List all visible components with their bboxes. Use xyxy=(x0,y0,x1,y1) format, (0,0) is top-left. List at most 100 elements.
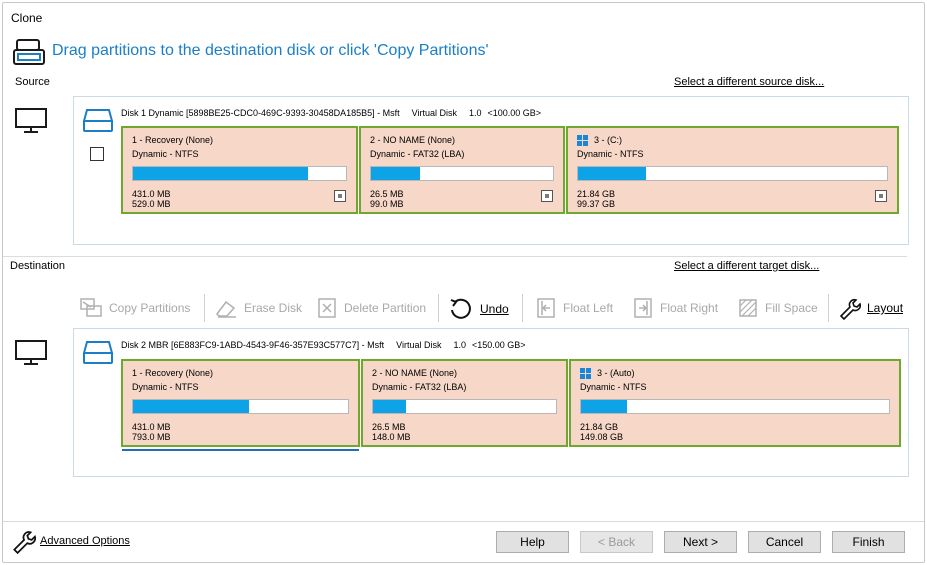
partition-tile[interactable]: 1 - Recovery (None) Dynamic - NTFS 431.0 M… xyxy=(121,126,358,214)
partition-title: 1 - Recovery (None) xyxy=(132,366,349,380)
partition-checkbox[interactable] xyxy=(334,190,346,202)
usage-bar-fill xyxy=(373,400,406,413)
fill-space-icon xyxy=(739,299,757,317)
partition-total-size: 149.08 GB xyxy=(580,432,624,442)
fill-space-label: Fill Space xyxy=(765,301,818,315)
windows-logo-icon xyxy=(577,134,588,146)
delete-partition-label: Delete Partition xyxy=(344,301,427,315)
source-disk-checkbox[interactable] xyxy=(90,147,104,161)
destination-disk-info: Disk 2 MBR [6E883FC9-1ABD-4543-9F46-357E… xyxy=(121,340,538,350)
delete-partition-icon xyxy=(318,298,336,318)
monitor-icon xyxy=(15,108,47,133)
destination-label: Destination xyxy=(10,260,66,272)
partition-filesystem: Dynamic - FAT32 (LBA) xyxy=(370,149,465,159)
toolbar-separator xyxy=(438,294,439,322)
partition-tile[interactable]: 2 - NO NAME (None) Dynamic - FAT32 (LBA) 2… xyxy=(361,359,568,447)
next-button[interactable]: Next > xyxy=(664,531,737,553)
section-divider xyxy=(3,256,907,257)
destination-disk-size: <150.00 GB> xyxy=(472,340,526,350)
destination-disk-version: 1.0 xyxy=(453,340,466,350)
copy-partitions-icon xyxy=(80,298,102,317)
advanced-options-link[interactable]: Advanced Options xyxy=(40,535,130,547)
float-right-icon xyxy=(634,298,652,318)
cancel-button[interactable]: Cancel xyxy=(748,531,821,553)
partition-used-size: 21.84 GB xyxy=(580,422,619,432)
usage-bar-fill xyxy=(133,400,250,413)
toolbar-separator xyxy=(204,294,205,322)
source-disk-type: Virtual Disk xyxy=(411,108,457,118)
windows-logo-icon xyxy=(580,367,591,379)
monitor-icon xyxy=(15,340,47,365)
destination-disk-name: Disk 2 MBR [6E883FC9-1ABD-4543-9F46-357E… xyxy=(121,340,385,350)
usage-bar xyxy=(132,399,349,414)
partition-sizes: 431.0 MB 529.0 MB xyxy=(132,189,171,209)
partition-sizes: 431.0 MB 793.0 MB xyxy=(132,422,171,442)
select-target-disk-link[interactable]: Select a different target disk... xyxy=(674,260,819,272)
wrench-icon xyxy=(13,531,36,554)
partition-title: 2 - NO NAME (None) xyxy=(372,366,557,380)
partition-filesystem: Dynamic - NTFS xyxy=(132,382,199,392)
usage-bar xyxy=(370,166,554,181)
copy-partitions-label: Copy Partitions xyxy=(109,301,191,315)
partition-title-text: 3 - (C:) xyxy=(594,135,622,145)
erase-disk-button[interactable]: Erase Disk xyxy=(214,296,302,320)
clone-disk-icon xyxy=(13,39,45,65)
partition-title: 3 - (C:) xyxy=(577,133,888,147)
partition-tile[interactable]: 3 - (C:) Dynamic - NTFS 21.84 GB 99.37 GB xyxy=(566,126,899,214)
partition-tile[interactable]: 1 - Recovery (None) Dynamic - NTFS 431.0 M… xyxy=(121,359,360,447)
source-disk-info: Disk 1 Dynamic [5898BE25-CDC0-469C-9393-… xyxy=(121,108,553,118)
delete-partition-button[interactable]: Delete Partition xyxy=(316,296,426,320)
usage-bar xyxy=(577,166,888,181)
destination-disk-icon xyxy=(82,341,114,364)
partition-total-size: 793.0 MB xyxy=(132,432,171,442)
partition-title: 1 - Recovery (None) xyxy=(132,133,347,147)
usage-bar xyxy=(580,399,890,414)
partition-total-size: 99.37 GB xyxy=(577,199,616,209)
wrench-icon xyxy=(839,298,861,320)
select-source-disk-link[interactable]: Select a different source disk... xyxy=(674,76,824,88)
partition-total-size: 529.0 MB xyxy=(132,199,171,209)
usage-bar xyxy=(372,399,557,414)
partition-tile[interactable]: 2 - NO NAME (None) Dynamic - FAT32 (LBA) 2… xyxy=(359,126,565,214)
partition-title-text: 1 - Recovery (None) xyxy=(132,368,214,378)
float-right-label: Float Right xyxy=(660,301,719,315)
header-instructions: Drag partitions to the destination disk … xyxy=(52,42,489,59)
usage-bar-fill xyxy=(371,167,421,180)
help-button[interactable]: Help xyxy=(496,531,569,553)
partition-used-size: 26.5 MB xyxy=(372,422,406,432)
layout-button[interactable]: Layout xyxy=(837,296,903,320)
source-disk-name: Disk 1 Dynamic [5898BE25-CDC0-469C-9393-… xyxy=(121,108,400,118)
partition-filesystem: Dynamic - NTFS xyxy=(580,382,647,392)
partition-filesystem: Dynamic - NTFS xyxy=(577,149,644,159)
copy-partitions-button[interactable]: Copy Partitions xyxy=(79,296,190,320)
partition-filesystem: Dynamic - NTFS xyxy=(132,149,199,159)
undo-button[interactable]: Undo xyxy=(448,296,509,322)
erase-disk-label: Erase Disk xyxy=(244,301,303,315)
partition-title: 3 - (Auto) xyxy=(580,366,890,380)
partition-title: 2 - NO NAME (None) xyxy=(370,133,554,147)
usage-bar-fill xyxy=(133,167,308,180)
float-right-button[interactable]: Float Right xyxy=(632,296,718,320)
partition-title-text: 2 - NO NAME (None) xyxy=(370,135,456,145)
back-button[interactable]: < Back xyxy=(580,531,653,553)
selected-partition-indicator xyxy=(122,449,359,451)
toolbar-separator xyxy=(522,294,523,322)
float-left-icon xyxy=(537,298,555,318)
window-title: Clone xyxy=(11,11,43,25)
partition-sizes: 26.5 MB 99.0 MB xyxy=(370,189,404,209)
partition-checkbox[interactable] xyxy=(875,190,887,202)
partition-checkbox[interactable] xyxy=(541,190,553,202)
partition-total-size: 148.0 MB xyxy=(372,432,411,442)
footer-divider xyxy=(3,521,924,522)
layout-label: Layout xyxy=(867,301,904,315)
destination-disk-type: Virtual Disk xyxy=(396,340,442,350)
partition-tile[interactable]: 3 - (Auto) Dynamic - NTFS 21.84 GB 149.08 G… xyxy=(569,359,901,447)
source-disk-version: 1.0 xyxy=(469,108,482,118)
partition-title-text: 1 - Recovery (None) xyxy=(132,135,214,145)
toolbar-separator xyxy=(828,294,829,322)
finish-button[interactable]: Finish xyxy=(832,531,905,553)
fill-space-button[interactable]: Fill Space xyxy=(737,296,818,320)
partition-used-size: 431.0 MB xyxy=(132,422,171,432)
partition-sizes: 21.84 GB 99.37 GB xyxy=(577,189,615,209)
float-left-button[interactable]: Float Left xyxy=(535,296,613,320)
